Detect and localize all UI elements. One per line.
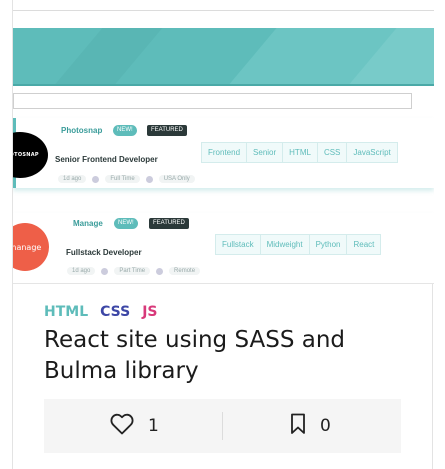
screenshot-top-border <box>13 10 434 11</box>
company-logo: PHOTOSNAP <box>13 132 48 178</box>
job-tag: Frontend <box>202 143 248 162</box>
job-contract: Full Time <box>105 175 140 183</box>
project-card[interactable]: PHOTOSNAP Photosnap NEW! FEATURED Senior… <box>12 0 434 469</box>
action-separator <box>222 412 223 440</box>
job-posted: 1d ago <box>67 267 96 275</box>
job-tag: React <box>353 240 375 249</box>
header-banner <box>13 28 434 84</box>
language-tag-html[interactable]: HTML <box>44 304 88 320</box>
job-listing: manage Manage NEW! FEATURED Fullstack De… <box>13 213 434 283</box>
job-tag: HTML <box>283 143 318 162</box>
save-button[interactable]: 0 <box>290 399 331 453</box>
job-tag: CSS <box>318 143 348 162</box>
filter-bar <box>13 93 412 109</box>
job-tag: Fullstack <box>216 235 261 254</box>
card-divider <box>13 283 434 284</box>
job-tags: Frontend Senior HTML CSS JavaScript <box>201 142 398 163</box>
action-bar: 1 0 <box>44 399 401 453</box>
company-name: Manage <box>73 219 103 228</box>
job-tag: Python <box>310 235 348 254</box>
job-location: USA Only <box>158 175 195 183</box>
save-count: 0 <box>320 416 331 436</box>
like-count: 1 <box>148 416 159 436</box>
job-tag: Midweight <box>261 235 310 254</box>
company-logo: manage <box>13 223 49 271</box>
project-title[interactable]: React site using SASS and Bulma library <box>44 325 404 387</box>
job-position: Fullstack Developer <box>66 248 142 257</box>
job-tags: Fullstack Midweight Python React <box>215 234 382 255</box>
language-tag-js[interactable]: JS <box>142 304 157 320</box>
job-posted: 1d ago <box>58 175 87 183</box>
job-meta: 1d ago Part Time Remote <box>67 267 201 275</box>
job-listing: PHOTOSNAP Photosnap NEW! FEATURED Senior… <box>13 118 434 188</box>
new-badge: NEW! <box>113 125 137 136</box>
job-location: Remote <box>169 267 201 275</box>
language-tag-css[interactable]: CSS <box>100 304 130 320</box>
job-position: Senior Frontend Developer <box>55 155 158 164</box>
job-tag: JavaScript <box>353 148 391 157</box>
featured-badge: FEATURED <box>147 125 187 136</box>
new-badge: NEW! <box>114 218 138 229</box>
job-tag: Senior <box>247 143 284 162</box>
language-tags: HTML CSS JS <box>44 304 158 320</box>
job-meta: 1d ago Full Time USA Only <box>58 175 195 183</box>
company-name: Photosnap <box>61 126 103 135</box>
bookmark-icon <box>290 413 306 440</box>
heart-icon <box>110 413 134 440</box>
project-screenshot[interactable]: PHOTOSNAP Photosnap NEW! FEATURED Senior… <box>13 0 434 283</box>
like-button[interactable]: 1 <box>110 399 159 453</box>
featured-badge: FEATURED <box>149 218 189 229</box>
job-contract: Part Time <box>114 267 151 275</box>
